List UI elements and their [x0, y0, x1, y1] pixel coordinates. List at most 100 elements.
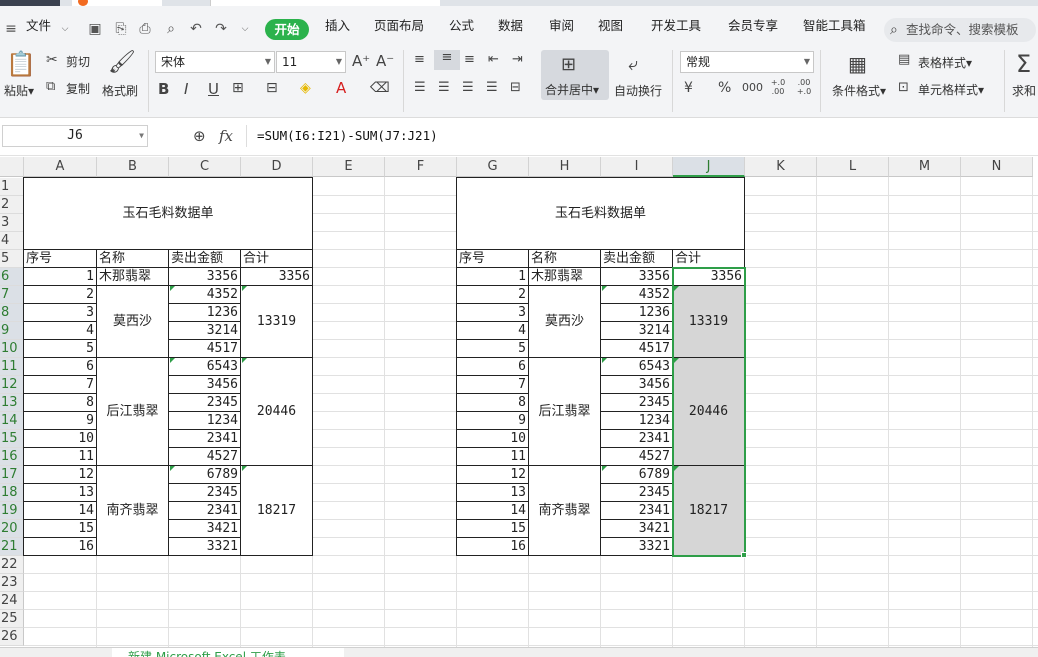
- left-table-total-cell[interactable]: 18217: [241, 466, 313, 556]
- currency-icon[interactable]: ¥: [684, 80, 693, 96]
- thousands-separator-icon[interactable]: 000: [742, 81, 763, 94]
- right-table-seq-cell[interactable]: 7: [457, 376, 529, 394]
- table-style-button[interactable]: 表格样式▾: [918, 54, 972, 71]
- justify-icon[interactable]: ☰: [486, 80, 498, 95]
- name-box[interactable]: J6 ▼: [2, 125, 148, 147]
- column-header-c[interactable]: C: [169, 157, 241, 177]
- left-table-amount-cell[interactable]: 4517: [169, 340, 241, 358]
- quick-access-more-icon[interactable]: ⌵: [236, 20, 254, 38]
- bold-icon[interactable]: B: [158, 80, 169, 98]
- left-table-header-cell[interactable]: 合计: [241, 250, 313, 268]
- font-size-select[interactable]: 11 ▼: [276, 51, 346, 73]
- right-table-total-cell[interactable]: 13319: [673, 286, 745, 358]
- sheet-tab[interactable]: 新建 Microsoft Excel 工作表: [112, 648, 344, 657]
- column-header-l[interactable]: L: [817, 157, 889, 177]
- right-table-seq-cell[interactable]: 9: [457, 412, 529, 430]
- font-color-icon[interactable]: A: [336, 79, 346, 97]
- paste-button[interactable]: 粘贴▾: [4, 82, 34, 99]
- left-table-amount-cell[interactable]: 2341: [169, 502, 241, 520]
- left-table-amount-cell[interactable]: 2345: [169, 484, 241, 502]
- column-header-a[interactable]: A: [24, 157, 97, 177]
- menu-file[interactable]: 文件: [26, 16, 51, 36]
- percent-icon[interactable]: %: [718, 80, 731, 96]
- indent-decrease-icon[interactable]: ⇤: [488, 52, 499, 67]
- left-table-amount-cell[interactable]: 1234: [169, 412, 241, 430]
- copy-button[interactable]: 复制: [66, 80, 90, 97]
- fx-icon[interactable]: fx: [219, 127, 233, 145]
- left-table-header-cell[interactable]: 序号: [24, 250, 97, 268]
- left-table-seq-cell[interactable]: 9: [24, 412, 97, 430]
- right-table-seq-cell[interactable]: 5: [457, 340, 529, 358]
- right-table-seq-cell[interactable]: 11: [457, 448, 529, 466]
- row-header-17[interactable]: 17: [0, 466, 24, 484]
- left-table-name-cell[interactable]: 莫西沙: [97, 286, 169, 358]
- hamburger-icon[interactable]: ≡: [2, 20, 20, 38]
- right-table-amount-cell[interactable]: 6543: [601, 358, 673, 376]
- right-table-amount-cell[interactable]: 3321: [601, 538, 673, 556]
- right-table-amount-cell[interactable]: 3421: [601, 520, 673, 538]
- left-table-seq-cell[interactable]: 16: [24, 538, 97, 556]
- fill-handle[interactable]: [741, 552, 747, 558]
- row-header-10[interactable]: 10: [0, 340, 24, 358]
- left-table-amount-cell[interactable]: 6543: [169, 358, 241, 376]
- right-table-seq-cell[interactable]: 15: [457, 520, 529, 538]
- column-header-m[interactable]: M: [889, 157, 961, 177]
- tab-insert[interactable]: 插入: [325, 16, 350, 36]
- indent-increase-icon[interactable]: ⇥: [512, 52, 523, 67]
- tab-page-layout[interactable]: 页面布局: [374, 16, 424, 36]
- right-table-seq-cell[interactable]: 3: [457, 304, 529, 322]
- left-table-total-cell[interactable]: 3356: [241, 268, 313, 286]
- left-table-amount-cell[interactable]: 6789: [169, 466, 241, 484]
- align-top-icon[interactable]: ≡: [414, 52, 425, 67]
- left-table-seq-cell[interactable]: 15: [24, 520, 97, 538]
- search-input[interactable]: ⌕ 查找命令、搜索模板: [884, 18, 1036, 42]
- right-table-amount-cell[interactable]: 1236: [601, 304, 673, 322]
- right-table-amount-cell[interactable]: 3356: [601, 268, 673, 286]
- right-table-amount-cell[interactable]: 4517: [601, 340, 673, 358]
- formula-input[interactable]: =SUM(I6:I21)-SUM(J7:J21): [246, 125, 1036, 147]
- right-table-name-cell[interactable]: 后江翡翠: [529, 358, 601, 466]
- borders-icon[interactable]: ⊞: [232, 80, 244, 96]
- zoom-icon[interactable]: ⊕: [193, 127, 206, 145]
- font-name-select[interactable]: 宋体 ▼: [155, 51, 275, 73]
- row-header-18[interactable]: 18: [0, 484, 24, 502]
- redo-icon[interactable]: ↷: [212, 20, 230, 38]
- row-header-26[interactable]: 26: [0, 628, 24, 646]
- tab-formulas[interactable]: 公式: [449, 16, 474, 36]
- left-table-amount-cell[interactable]: 1236: [169, 304, 241, 322]
- conditional-format-button[interactable]: 条件格式▾: [832, 82, 886, 99]
- right-table-amount-cell[interactable]: 3214: [601, 322, 673, 340]
- fill-color-icon[interactable]: ◈: [300, 80, 311, 96]
- row-header-11[interactable]: 11: [0, 358, 24, 376]
- row-header-14[interactable]: 14: [0, 412, 24, 430]
- row-header-6[interactable]: 6: [0, 268, 24, 286]
- column-header-b[interactable]: B: [97, 157, 169, 177]
- cell-style-icon[interactable]: ⊡: [898, 80, 909, 95]
- format-painter-button[interactable]: 格式刷: [102, 82, 138, 99]
- right-table-seq-cell[interactable]: 4: [457, 322, 529, 340]
- left-table-amount-cell[interactable]: 2341: [169, 430, 241, 448]
- left-table-seq-cell[interactable]: 7: [24, 376, 97, 394]
- undo-icon[interactable]: ↶: [187, 20, 205, 38]
- left-table-name-cell[interactable]: 后江翡翠: [97, 358, 169, 466]
- right-table-amount-cell[interactable]: 2341: [601, 430, 673, 448]
- tab-developer[interactable]: 开发工具: [651, 16, 701, 36]
- right-table-seq-cell[interactable]: 12: [457, 466, 529, 484]
- tab-review[interactable]: 审阅: [549, 16, 574, 36]
- left-table-header-cell[interactable]: 名称: [97, 250, 169, 268]
- left-table-amount-cell[interactable]: 3214: [169, 322, 241, 340]
- align-middle-icon[interactable]: ≡: [434, 50, 460, 70]
- paste-icon[interactable]: 📋: [6, 50, 36, 80]
- print-icon[interactable]: ⎙: [136, 20, 154, 38]
- right-table-total-cell[interactable]: 20446: [673, 358, 745, 466]
- left-table-total-cell[interactable]: 13319: [241, 286, 313, 358]
- left-table-title[interactable]: 玉石毛料数据单: [24, 178, 313, 250]
- right-table-amount-cell[interactable]: 2345: [601, 484, 673, 502]
- clear-format-icon[interactable]: ⌫: [370, 80, 390, 96]
- right-table-seq-cell[interactable]: 16: [457, 538, 529, 556]
- row-header-19[interactable]: 19: [0, 502, 24, 520]
- column-header-n[interactable]: N: [961, 157, 1033, 177]
- italic-icon[interactable]: I: [184, 80, 188, 98]
- right-table-title[interactable]: 玉石毛料数据单: [457, 178, 745, 250]
- row-header-3[interactable]: 3: [0, 214, 24, 232]
